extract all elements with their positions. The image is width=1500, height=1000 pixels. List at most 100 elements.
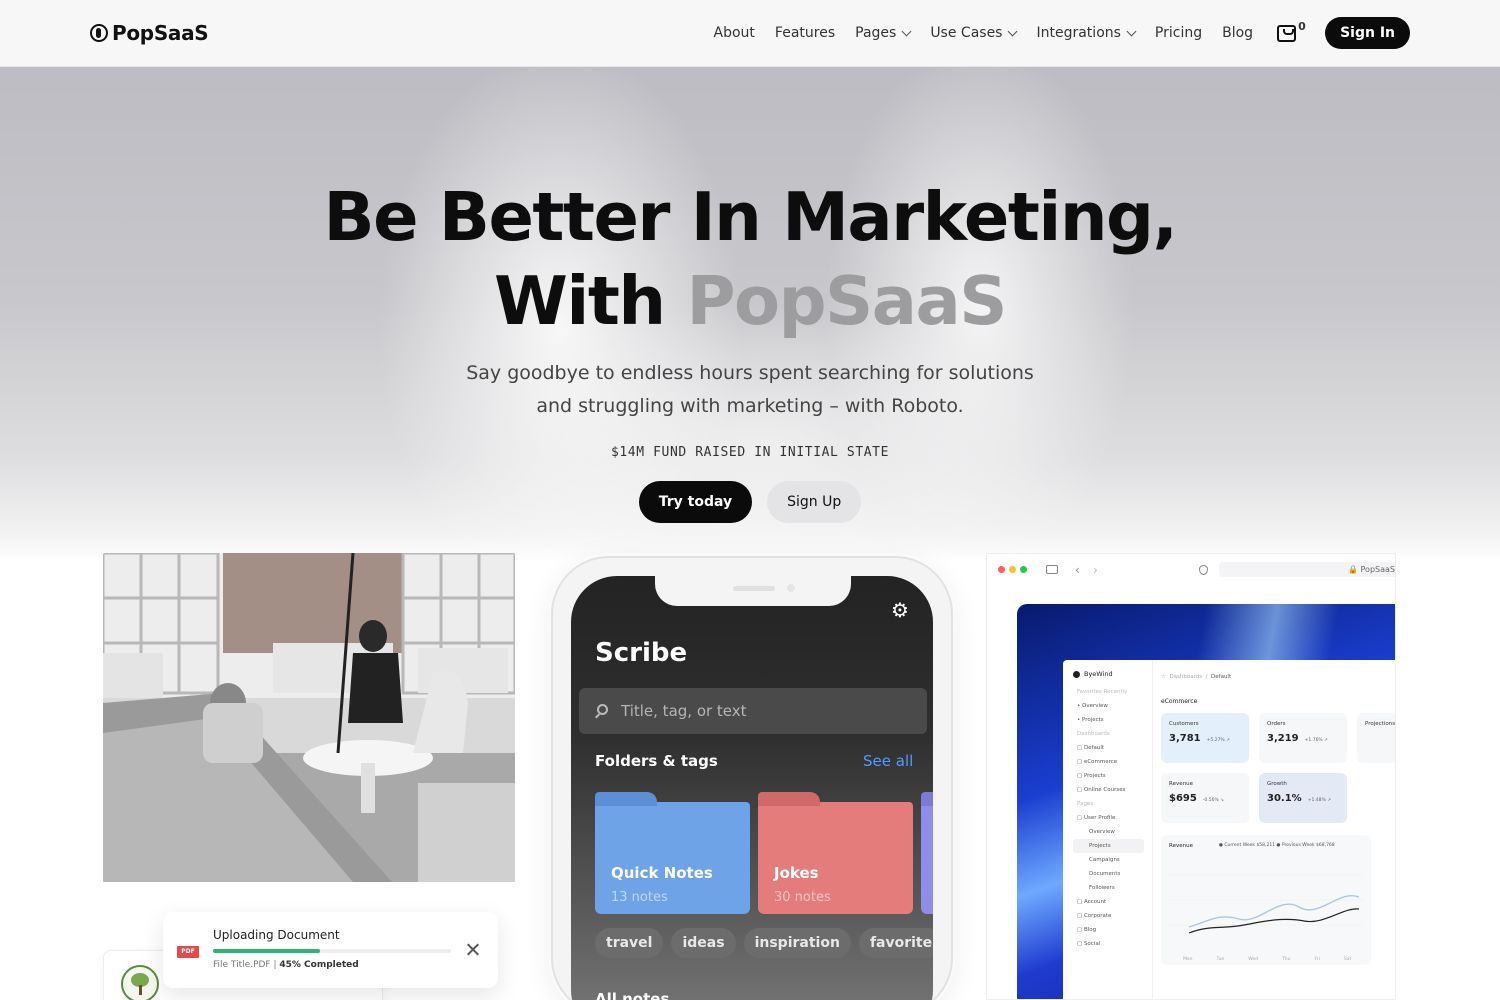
sidebar-item[interactable]: Documents xyxy=(1073,867,1152,881)
app-title: Scribe xyxy=(595,638,688,668)
dashboard-main: ☆ Dashboards / Default eCommerce Custome… xyxy=(1161,670,1395,965)
nav-integrations[interactable]: Integrations xyxy=(1036,25,1137,41)
breadcrumb-current: Default xyxy=(1211,674,1232,680)
tag-list: travel ideas inspiration favorite xyxy=(595,928,933,958)
forward-arrow-icon: › xyxy=(1093,563,1098,577)
phone-mockup: ⚙ Scribe Title, tag, or text Folders & t… xyxy=(551,556,953,1000)
nav-pricing[interactable]: Pricing xyxy=(1155,25,1202,41)
fund-raised-text: $14M FUND RAISED IN INITIAL STATE xyxy=(610,445,890,460)
sidebar-item[interactable]: • Projects xyxy=(1073,713,1152,727)
shield-icon xyxy=(1199,565,1208,575)
sidebar-item[interactable]: ▢ Account xyxy=(1073,895,1152,909)
hero-cta-group: Try today Sign Up xyxy=(0,481,1500,523)
folder-partial[interactable] xyxy=(921,792,933,914)
folder-tab xyxy=(758,792,820,806)
chevron-down-icon xyxy=(1008,26,1018,36)
folder-name: Quick Notes xyxy=(611,864,713,882)
stat-card: Revenue $695 -0.56% ↘ xyxy=(1161,773,1249,823)
minimize-dot-icon xyxy=(1009,566,1016,573)
sidebar-item[interactable]: • Overview xyxy=(1073,699,1152,713)
stat-card-value: $695 -0.56% ↘ xyxy=(1169,793,1224,804)
stat-card-value: 30.1% +1.48% ↗ xyxy=(1267,793,1331,804)
upload-file-name: File Title.PDF xyxy=(213,960,271,970)
nav-blog[interactable]: Blog xyxy=(1222,25,1253,41)
stat-card-value: 3,219 +1.76% ↗ xyxy=(1267,733,1328,744)
nav-integrations-label: Integrations xyxy=(1036,25,1121,41)
tag-chip[interactable]: inspiration xyxy=(743,928,851,958)
address-bar: 🔒 PopSaaS xyxy=(1219,562,1395,577)
nav-features[interactable]: Features xyxy=(775,25,835,41)
sidebar-item[interactable]: Campaigns xyxy=(1073,853,1152,867)
sidebar-item[interactable]: ▢ Blog xyxy=(1073,923,1152,937)
sidebar-item[interactable]: ▢ User Profile xyxy=(1073,811,1152,825)
sidebar-item[interactable]: ▢ Default xyxy=(1073,741,1152,755)
folder-jokes[interactable]: Jokes 30 notes xyxy=(758,792,913,914)
sidebar-item[interactable]: ▢ Corporate xyxy=(1073,909,1152,923)
nav-about-label: About xyxy=(713,25,755,41)
cart-button[interactable]: 0 xyxy=(1275,20,1306,44)
sidebar-item[interactable]: Followers xyxy=(1073,881,1152,895)
sign-up-button[interactable]: Sign Up xyxy=(767,481,862,523)
all-notes-heading: All notes xyxy=(595,990,670,1000)
nav-use-cases[interactable]: Use Cases xyxy=(930,25,1018,41)
nav-pages-label: Pages xyxy=(855,25,897,41)
folder-count: 30 notes xyxy=(774,890,831,905)
nav-about[interactable]: About xyxy=(714,25,755,41)
see-all-link[interactable]: See all xyxy=(863,752,913,770)
office-photo-illustration xyxy=(103,553,515,882)
breadcrumb-root: Dashboards xyxy=(1169,674,1203,680)
folder-count: 13 notes xyxy=(611,890,668,905)
sidebar-item: Pages xyxy=(1077,801,1094,807)
hero-title-line1: Be Better In Marketing, xyxy=(323,178,1178,256)
nav-pages[interactable]: Pages xyxy=(855,25,912,41)
stat-card-delta: +5.27% ↗ xyxy=(1206,738,1230,743)
shopping-bag-icon xyxy=(1277,25,1297,42)
revenue-chart: Revenue ● Current Week $58,211 ● Previou… xyxy=(1161,835,1371,965)
sidebar-item[interactable]: ▢ Projects xyxy=(1073,769,1152,783)
brand-logo[interactable]: PopSaaS xyxy=(90,21,209,45)
tag-chip[interactable]: travel xyxy=(595,928,664,958)
folder-quick-notes[interactable]: Quick Notes 13 notes xyxy=(595,792,750,914)
logo-icon xyxy=(90,24,108,42)
dashboard-brand: ByeWind xyxy=(1073,670,1152,678)
chart-day-label: Sat xyxy=(1343,957,1352,962)
sidebar-item[interactable]: ▢ eCommerce xyxy=(1073,755,1152,769)
search-icon xyxy=(597,704,608,715)
breadcrumb-separator: / xyxy=(1205,674,1208,680)
folder-tab xyxy=(921,792,933,806)
tag-chip[interactable]: ideas xyxy=(671,928,736,958)
office-photo xyxy=(103,553,515,882)
nav-pricing-label: Pricing xyxy=(1154,25,1203,41)
dashboard-section-title: eCommerce xyxy=(1161,698,1198,705)
window-controls xyxy=(998,566,1027,573)
sign-in-button[interactable]: Sign In xyxy=(1325,17,1410,49)
hero-title-accent: PopSaaS xyxy=(686,262,1007,340)
folder-name: Jokes xyxy=(774,864,819,882)
revenue-chart-legend: ● Current Week $58,211 ● Previous Week $… xyxy=(1219,843,1335,848)
sidebar-item[interactable]: ▢ Social xyxy=(1073,937,1152,951)
sidebar-item[interactable]: ▢ Online Courses xyxy=(1073,783,1152,797)
chevron-down-icon xyxy=(901,26,912,36)
chart-day-label: Fri xyxy=(1314,957,1320,962)
sidebar-item[interactable]: Projects xyxy=(1073,839,1144,853)
revenue-line-chart xyxy=(1169,874,1363,934)
main-nav: About Features Pages Use Cases Integrati… xyxy=(714,17,1410,49)
upload-title: Uploading Document xyxy=(213,928,340,942)
sidebar-item[interactable]: Overview xyxy=(1073,825,1152,839)
upload-progress-fill xyxy=(213,949,321,953)
pdf-file-icon: PDF xyxy=(177,946,199,958)
notes-search-input[interactable]: Title, tag, or text xyxy=(579,688,927,734)
hero-title: Be Better In Marketing, With PopSaaS xyxy=(0,175,1500,343)
site-header: PopSaaS About Features Pages Use Cases I… xyxy=(0,0,1500,67)
stat-card-label: Orders xyxy=(1267,721,1286,727)
close-icon[interactable] xyxy=(465,942,481,958)
stat-card-label: Growth xyxy=(1267,781,1287,787)
tag-chip[interactable]: favorite xyxy=(858,928,933,958)
search-placeholder: Title, tag, or text xyxy=(621,702,747,720)
sidebar-toggle-icon xyxy=(1046,565,1058,574)
gear-icon[interactable]: ⚙ xyxy=(891,600,909,620)
upload-progress-bar xyxy=(213,949,451,953)
sidebar-item: Dashboards xyxy=(1077,731,1110,737)
chart-day-labels: Mon Tue Wed Thu Fri Sat xyxy=(1183,957,1351,962)
try-today-button[interactable]: Try today xyxy=(638,481,753,523)
